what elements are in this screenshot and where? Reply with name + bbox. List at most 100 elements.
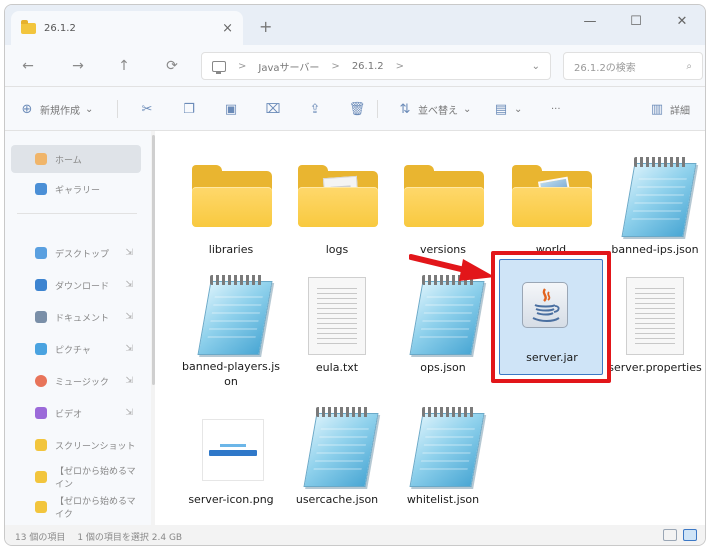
- file-name: banned-ips.json: [611, 243, 699, 256]
- new-tab-button[interactable]: +: [259, 17, 272, 36]
- sidebar-item-videos[interactable]: ビデオ ⇲: [11, 399, 141, 427]
- sidebar-item-downloads[interactable]: ダウンロード ⇲: [11, 271, 141, 299]
- sidebar-item-label: スクリーンショット: [55, 441, 136, 452]
- more-button[interactable]: ···: [551, 99, 561, 119]
- server-icon-thumbnail: [202, 419, 264, 481]
- file-item-selected[interactable]: server.jar: [499, 259, 603, 375]
- pin-icon: ⇲: [125, 376, 133, 386]
- sidebar-item-documents[interactable]: ドキュメント ⇲: [11, 303, 141, 331]
- file-item[interactable]: server.properties: [603, 259, 705, 375]
- rename-icon[interactable]: ⌧: [265, 101, 281, 117]
- sort-label: 並べ替え: [418, 105, 458, 117]
- file-item[interactable]: eula.txt: [285, 259, 389, 375]
- selection-info: 1 個の項目を選択 2.4 GB: [77, 532, 183, 543]
- breadcrumb-item[interactable]: Javaサーバー: [258, 59, 319, 74]
- close-window-button[interactable]: ✕: [659, 5, 705, 37]
- file-name: whitelist.json: [406, 493, 480, 506]
- music-icon: [35, 375, 47, 387]
- sidebar-item-home[interactable]: ホーム: [11, 145, 141, 173]
- folder-icon: [35, 471, 47, 483]
- minimize-button[interactable]: —: [567, 5, 613, 37]
- view-toggles: [663, 529, 697, 541]
- image-file-icon: [186, 405, 276, 488]
- folder-icon: [35, 501, 47, 513]
- explorer-window: 26.1.2 × + — ☐ ✕ ← → ↑ ⟳ > Javaサーバー > 26…: [4, 4, 706, 546]
- document-icon: [35, 311, 47, 323]
- maximize-button[interactable]: ☐: [613, 5, 659, 37]
- cut-icon[interactable]: ✂: [139, 101, 155, 117]
- folder-icon: [506, 155, 596, 238]
- pin-icon: ⇲: [125, 312, 133, 322]
- pin-icon: ⇲: [125, 248, 133, 258]
- sidebar-item-gallery[interactable]: ギャラリー: [11, 175, 141, 203]
- breadcrumb-separator[interactable]: >: [331, 61, 339, 72]
- sidebar-item-folder[interactable]: 【ゼロから始めるマイン: [11, 463, 141, 491]
- file-name: usercache.json: [295, 493, 379, 506]
- details-view-button[interactable]: [663, 529, 677, 541]
- forward-button[interactable]: →: [67, 55, 89, 77]
- file-item[interactable]: logs: [285, 141, 389, 257]
- details-label: 詳細: [670, 105, 690, 117]
- file-item[interactable]: libraries: [179, 141, 283, 257]
- up-button[interactable]: ↑: [113, 55, 135, 77]
- file-item[interactable]: banned-players.json: [179, 259, 283, 389]
- file-name: server-icon.png: [188, 493, 274, 506]
- details-pane-icon: ▥: [650, 101, 664, 117]
- chevron-down-icon[interactable]: ⌄: [532, 61, 540, 72]
- paste-icon[interactable]: ▣: [223, 101, 239, 117]
- sidebar-item-label: 【ゼロから始めるマイク: [55, 497, 136, 520]
- file-item[interactable]: world: [499, 141, 603, 257]
- file-name: logs: [325, 243, 349, 256]
- sort-button[interactable]: ⇅ 並べ替え ⌄: [397, 99, 472, 119]
- status-bar: 13 個の項目 1 個の項目を選択 2.4 GB: [5, 525, 705, 545]
- file-name: eula.txt: [315, 361, 359, 374]
- sidebar-item-pictures[interactable]: ピクチャ ⇲: [11, 335, 141, 363]
- refresh-button[interactable]: ⟳: [161, 55, 183, 77]
- sort-icon: ⇅: [399, 101, 411, 117]
- sidebar-item-desktop[interactable]: デスクトップ ⇲: [11, 239, 141, 267]
- pin-icon: ⇲: [125, 344, 133, 354]
- notepad-icon: [398, 405, 488, 488]
- breadcrumb-separator[interactable]: >: [238, 61, 246, 72]
- share-icon[interactable]: ⇪: [307, 101, 323, 117]
- sidebar-item-music[interactable]: ミュージック ⇲: [11, 367, 141, 395]
- delete-icon[interactable]: 🗑: [349, 101, 366, 117]
- sidebar-item-label: ミュージック: [55, 377, 109, 388]
- sidebar-item-folder[interactable]: 【ゼロから始めるマイク: [11, 493, 141, 521]
- address-bar[interactable]: > Javaサーバー > 26.1.2 > ⌄: [201, 52, 551, 80]
- icon-view-button[interactable]: [683, 529, 697, 541]
- back-button[interactable]: ←: [17, 55, 39, 77]
- details-button[interactable]: ▥ 詳細: [649, 99, 690, 119]
- item-count: 13 個の項目: [15, 532, 66, 543]
- sidebar-item-label: ドキュメント: [55, 313, 110, 324]
- close-tab-icon[interactable]: ×: [222, 21, 233, 36]
- monitor-icon: [212, 60, 226, 74]
- command-bar: ⊕ 新規作成 ⌄ ✂ ❐ ▣ ⌧ ⇪ 🗑 ⇅ 並べ替え ⌄ ▤ ⌄ ··· ▥ …: [5, 87, 705, 131]
- new-button[interactable]: ⊕ 新規作成 ⌄: [19, 99, 94, 119]
- file-item[interactable]: whitelist.json: [391, 391, 495, 507]
- folder-icon: [186, 155, 276, 238]
- file-item[interactable]: server-icon.png: [179, 391, 283, 507]
- file-item[interactable]: usercache.json: [285, 391, 389, 507]
- search-placeholder: 26.1.2の検索: [574, 62, 636, 74]
- breadcrumb-separator[interactable]: >: [396, 61, 404, 72]
- tab-current[interactable]: 26.1.2 ×: [11, 11, 243, 45]
- pin-icon: ⇲: [125, 280, 133, 290]
- notepad-icon: [398, 273, 488, 356]
- copy-icon[interactable]: ❐: [181, 101, 197, 117]
- file-item[interactable]: versions: [391, 141, 495, 257]
- file-name: server.properties: [608, 361, 702, 374]
- notepad-icon: [292, 405, 382, 488]
- tab-title: 26.1.2: [44, 22, 76, 34]
- sidebar-item-screenshots[interactable]: スクリーンショット: [11, 431, 141, 459]
- file-name: libraries: [208, 243, 254, 256]
- sidebar-divider: [17, 213, 137, 214]
- sidebar-item-label: ピクチャ: [55, 345, 91, 356]
- breadcrumb-item[interactable]: 26.1.2: [352, 61, 384, 72]
- file-item[interactable]: banned-ips.json: [603, 141, 705, 257]
- text-document-icon: [610, 273, 700, 356]
- view-button[interactable]: ▤ ⌄: [493, 99, 523, 119]
- search-input[interactable]: 26.1.2の検索 ⌕: [563, 52, 703, 80]
- new-label: 新規作成: [40, 105, 80, 117]
- sidebar-item-label: 【ゼロから始めるマイン: [55, 467, 136, 490]
